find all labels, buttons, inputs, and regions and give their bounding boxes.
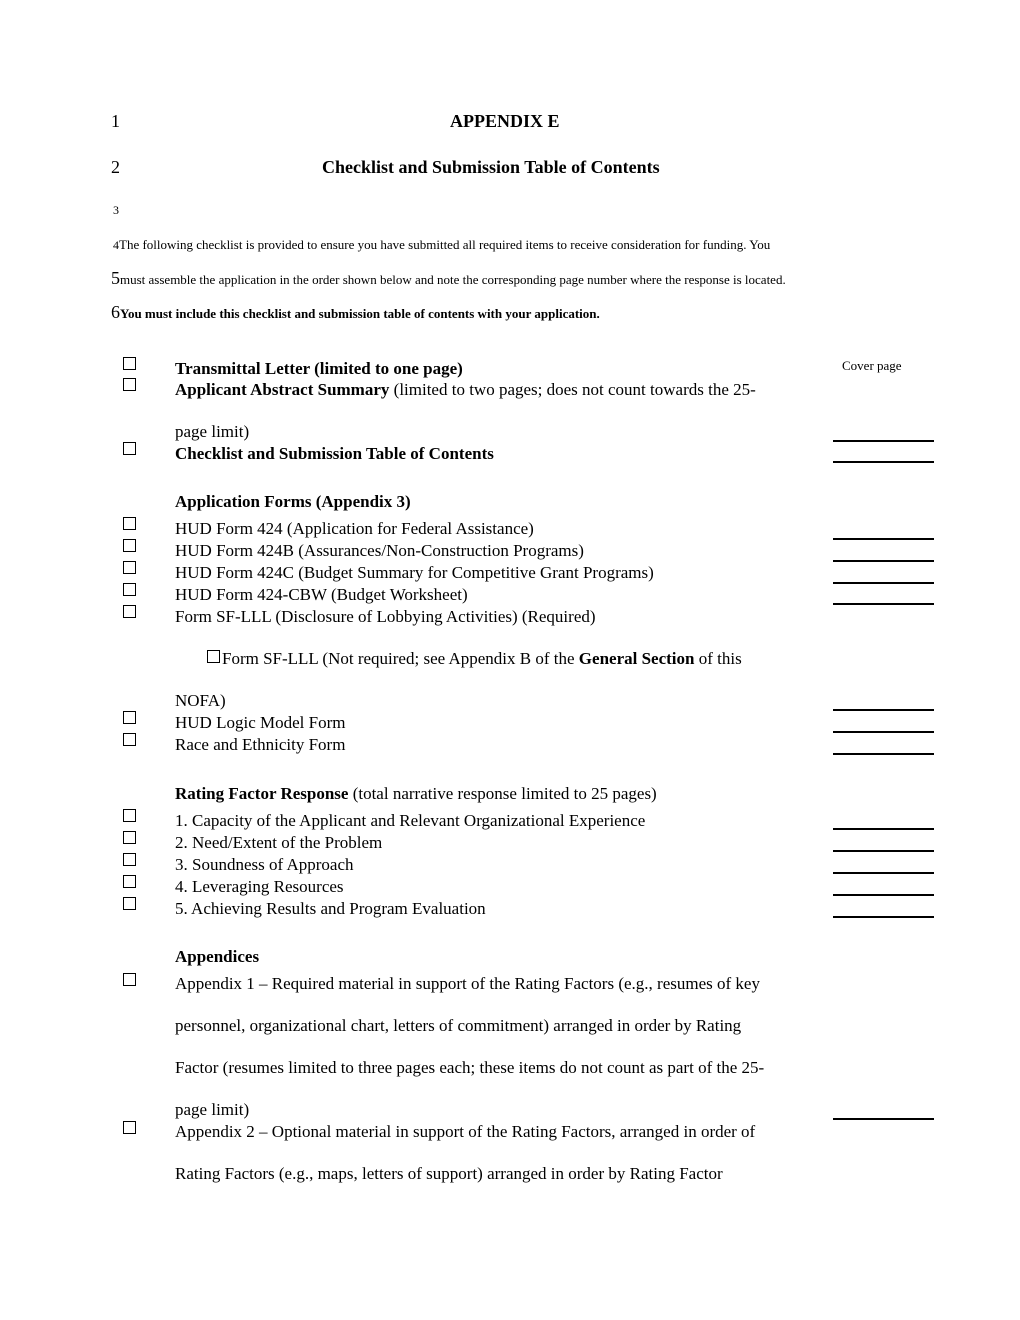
line-number: 2 — [111, 157, 120, 177]
checkbox-abstract-summary[interactable] — [123, 378, 136, 391]
heading-rest: (total narrative response limited to 25 … — [348, 784, 657, 803]
item-appendix-1: Appendix 1 – Required material in suppor… — [175, 974, 760, 993]
line-number: 5 — [111, 268, 120, 288]
page-number-blank[interactable] — [833, 872, 934, 874]
page-title: APPENDIX E — [450, 111, 560, 131]
checkbox-form[interactable] — [123, 517, 136, 530]
intro-line-4: 4The following checklist is provided to … — [113, 236, 770, 254]
checkbox-rating-factor[interactable] — [123, 875, 136, 888]
item-label: of this — [694, 649, 742, 668]
line-number: 1 — [111, 111, 120, 131]
page-subtitle: Checklist and Submission Table of Conten… — [322, 157, 660, 177]
item-form: HUD Form 424B (Assurances/Non-Constructi… — [175, 541, 584, 560]
page-number-blank[interactable] — [833, 731, 934, 733]
page-number-blank[interactable] — [833, 560, 934, 562]
section-heading-application-forms: Application Forms (Appendix 3) — [175, 492, 411, 511]
checkbox-form[interactable] — [123, 733, 136, 746]
item-label-bold: Applicant Abstract Summary — [175, 380, 390, 399]
page-number-blank[interactable] — [833, 850, 934, 852]
item-sflll-not-required-cont: NOFA) — [175, 691, 226, 710]
item-appendix-2-cont: Rating Factors (e.g., maps, letters of s… — [175, 1164, 723, 1183]
checkbox-form[interactable] — [123, 605, 136, 618]
item-abstract-summary-cont: page limit) — [175, 422, 250, 441]
item-form: Form SF-LLL (Disclosure of Lobbying Acti… — [175, 607, 596, 626]
item-label-bold: General Section — [578, 649, 695, 668]
item-rating-factor: 1. Capacity of the Applicant and Relevan… — [175, 811, 646, 830]
page-reference: Cover page — [842, 358, 902, 373]
checkbox-toc[interactable] — [123, 442, 136, 455]
checkbox-form[interactable] — [123, 561, 136, 574]
item-label-rest: (limited to two pages; does not count to… — [389, 380, 756, 399]
checkbox-sflll-not-required[interactable] — [207, 650, 220, 663]
intro-text: must assemble the application in the ord… — [120, 272, 786, 287]
item-rating-factor: 5. Achieving Results and Program Evaluat… — [175, 899, 486, 918]
checkbox-rating-factor[interactable] — [123, 831, 136, 844]
page-number-blank[interactable] — [833, 1118, 934, 1120]
item-appendix-2: Appendix 2 – Optional material in suppor… — [175, 1122, 756, 1141]
line-number: 3 — [113, 203, 119, 217]
item-form: HUD Form 424-CBW (Budget Worksheet) — [175, 585, 468, 604]
item-form: Race and Ethnicity Form — [175, 735, 346, 754]
intro-line-6: 6You must include this checklist and sub… — [111, 302, 600, 323]
item-label: Form SF-LLL (Not required; see Appendix … — [222, 649, 579, 668]
item-form: HUD Form 424C (Budget Summary for Compet… — [175, 563, 654, 582]
item-rating-factor: 3. Soundness of Approach — [175, 855, 354, 874]
item-rating-factor: 2. Need/Extent of the Problem — [175, 833, 383, 852]
intro-line-5: 5must assemble the application in the or… — [111, 268, 786, 289]
item-transmittal-letter: Transmittal Letter (limited to one page) — [175, 359, 463, 378]
item-toc: Checklist and Submission Table of Conten… — [175, 444, 494, 463]
line-number: 6 — [111, 302, 120, 322]
page-number-blank[interactable] — [833, 709, 934, 711]
checkbox-rating-factor[interactable] — [123, 897, 136, 910]
checkbox-rating-factor[interactable] — [123, 809, 136, 822]
item-abstract-summary: Applicant Abstract Summary (limited to t… — [175, 380, 756, 400]
page-number-blank[interactable] — [833, 753, 934, 755]
intro-text-bold: You must include this checklist and subm… — [120, 306, 600, 321]
intro-text: The following checklist is provided to e… — [119, 237, 771, 252]
item-appendix-1-cont: Factor (resumes limited to three pages e… — [175, 1058, 765, 1077]
checkbox-rating-factor[interactable] — [123, 853, 136, 866]
page-number-blank[interactable] — [833, 603, 934, 605]
item-appendix-1-cont: page limit) — [175, 1100, 250, 1119]
item-rating-factor: 4. Leveraging Resources — [175, 877, 344, 896]
checkbox-appendix-2[interactable] — [123, 1121, 136, 1134]
section-heading-rating-factors: Rating Factor Response (total narrative … — [175, 784, 657, 804]
checkbox-appendix-1[interactable] — [123, 973, 136, 986]
page-number-blank[interactable] — [833, 916, 934, 918]
section-heading-appendices: Appendices — [175, 947, 260, 966]
page-number-blank[interactable] — [833, 894, 934, 896]
page-number-blank[interactable] — [833, 440, 934, 442]
page-number-blank[interactable] — [833, 538, 934, 540]
page-number-blank[interactable] — [833, 461, 934, 463]
page-number-blank[interactable] — [833, 828, 934, 830]
page-number-blank[interactable] — [833, 582, 934, 584]
heading-bold: Rating Factor Response — [175, 784, 349, 803]
item-appendix-1-cont: personnel, organizational chart, letters… — [175, 1016, 742, 1035]
item-form: HUD Logic Model Form — [175, 713, 346, 732]
checkbox-form[interactable] — [123, 539, 136, 552]
checkbox-form[interactable] — [123, 583, 136, 596]
item-form: HUD Form 424 (Application for Federal As… — [175, 519, 534, 538]
checkbox-transmittal-letter[interactable] — [123, 357, 136, 370]
item-sflll-not-required: Form SF-LLL (Not required; see Appendix … — [222, 649, 742, 669]
checkbox-form[interactable] — [123, 711, 136, 724]
